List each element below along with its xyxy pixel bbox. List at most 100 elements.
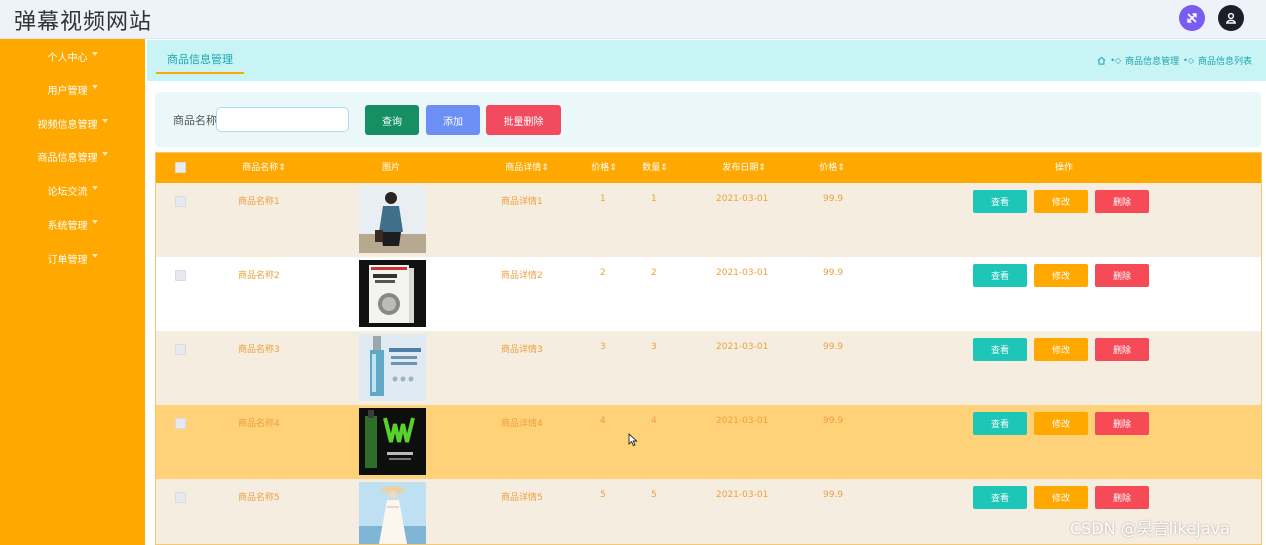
sidebar-item-system[interactable]: 系统管理 [0, 207, 145, 241]
cell-detail: 商品详情1 [501, 197, 543, 207]
edit-button[interactable]: 修改 [1034, 264, 1088, 287]
cell-price: 4 [600, 416, 606, 426]
tab-bar: 商品信息管理 •◇ 商品信息管理 •◇ 商品信息列表 [147, 40, 1266, 81]
breadcrumb-separator-icon: •◇ [1110, 56, 1122, 65]
row-checkbox[interactable] [175, 270, 186, 281]
view-button[interactable]: 查看 [973, 190, 1027, 213]
breadcrumb-item[interactable]: 商品信息管理 [1125, 54, 1179, 67]
cell-price: 1 [600, 194, 606, 204]
cell-name: 商品名称3 [238, 345, 280, 355]
user-avatar-button[interactable] [1218, 5, 1244, 31]
caret-down-icon [101, 152, 108, 156]
column-header-name[interactable]: 商品名称⇕ [238, 153, 290, 183]
add-button[interactable]: 添加 [426, 105, 480, 135]
sidebar-item-label: 个人中心 [47, 52, 88, 64]
column-header-price[interactable]: 价格⇕ [589, 153, 619, 183]
dress-photo-image [359, 482, 426, 544]
view-button[interactable]: 查看 [973, 412, 1027, 435]
delete-button[interactable]: 删除 [1095, 412, 1149, 435]
sidebar-item-products[interactable]: 商品信息管理 [0, 139, 145, 173]
column-header-detail[interactable]: 商品详情⇕ [501, 153, 553, 183]
select-all-checkbox[interactable] [175, 162, 186, 173]
fullscreen-button[interactable] [1179, 5, 1205, 31]
sidebar-item-label: 用户管理 [47, 85, 88, 97]
caret-down-icon [101, 119, 108, 123]
row-checkbox[interactable] [175, 492, 186, 503]
cell-date: 2021-03-01 [716, 416, 769, 426]
edit-button[interactable]: 修改 [1034, 338, 1088, 361]
column-header-date[interactable]: 发布日期⇕ [718, 153, 770, 183]
product-name-input[interactable] [216, 107, 349, 132]
cell-quantity: 1 [651, 194, 657, 204]
sidebar-item-orders[interactable]: 订单管理 [0, 241, 145, 275]
edit-button[interactable]: 修改 [1034, 412, 1088, 435]
column-header-price-2[interactable]: 价格⇕ [817, 153, 847, 183]
cell-detail: 商品详情4 [501, 419, 543, 429]
row-checkbox[interactable] [175, 196, 186, 207]
energy-drink-image [359, 408, 426, 475]
breadcrumb-item-current: 商品信息列表 [1197, 57, 1252, 67]
search-label: 商品名称 [173, 114, 217, 127]
table-row: 商品名称3 商品详情3 3 3 2021-03-01 99.9 查看 修改 删除 [156, 331, 1261, 405]
edit-button[interactable]: 修改 [1034, 486, 1088, 509]
top-header: 弹幕视频网站 [0, 0, 1266, 39]
view-button[interactable]: 查看 [973, 338, 1027, 361]
edit-button[interactable]: 修改 [1034, 190, 1088, 213]
cell-name: 商品名称4 [238, 419, 280, 429]
search-panel: 商品名称 查询 添加 批量删除 [155, 92, 1261, 147]
cell-detail: 商品详情2 [501, 271, 543, 281]
sort-icon: ⇕ [609, 163, 617, 173]
table-row: 商品名称1 商品详情1 1 1 2021-03-01 99.9 查看 修改 删除 [156, 183, 1261, 257]
cell-date: 2021-03-01 [716, 194, 769, 204]
cell-price: 2 [600, 268, 606, 278]
sidebar-item-label: 商品信息管理 [37, 152, 98, 164]
caret-down-icon [91, 220, 98, 224]
caret-down-icon [91, 85, 98, 89]
table-row: 商品名称4 商品详情4 4 4 2021-03-01 99.9 查看 修改 删除 [156, 405, 1261, 479]
sidebar-item-label: 论坛交流 [47, 186, 88, 198]
view-button[interactable]: 查看 [973, 486, 1027, 509]
home-icon[interactable] [1097, 56, 1106, 65]
query-button[interactable]: 查询 [365, 105, 419, 135]
lotion-bottle-image [359, 334, 426, 401]
cell-price-2: 99.9 [823, 342, 844, 352]
tab-product-management[interactable]: 商品信息管理 [156, 50, 244, 74]
cell-detail: 商品详情5 [501, 493, 543, 503]
view-button[interactable]: 查看 [973, 264, 1027, 287]
column-header-ops: 操作 [1054, 163, 1073, 173]
delete-button[interactable]: 删除 [1095, 190, 1149, 213]
cell-price-2: 99.9 [823, 194, 844, 204]
sidebar-item-profile[interactable]: 个人中心 [0, 39, 145, 73]
sort-icon: ⇕ [758, 163, 766, 173]
cell-date: 2021-03-01 [716, 342, 769, 352]
cell-name: 商品名称2 [238, 271, 280, 281]
app-title: 弹幕视频网站 [14, 10, 153, 35]
product-thumbnail[interactable] [359, 482, 426, 544]
cell-price: 5 [600, 490, 606, 500]
batch-delete-button[interactable]: 批量删除 [486, 105, 561, 135]
product-thumbnail[interactable] [359, 408, 426, 475]
sidebar-item-label: 系统管理 [47, 220, 88, 232]
sidebar-item-label: 订单管理 [47, 254, 88, 266]
sidebar-item-users[interactable]: 用户管理 [0, 72, 145, 106]
delete-button[interactable]: 删除 [1095, 264, 1149, 287]
delete-button[interactable]: 删除 [1095, 338, 1149, 361]
product-thumbnail[interactable] [359, 334, 426, 401]
cell-quantity: 2 [651, 268, 657, 278]
column-header-quantity[interactable]: 数量⇕ [640, 153, 670, 183]
delete-button[interactable]: 删除 [1095, 486, 1149, 509]
sidebar-item-forum[interactable]: 论坛交流 [0, 173, 145, 207]
sort-icon: ⇕ [278, 163, 286, 173]
mouse-cursor-icon [628, 433, 638, 447]
cell-name: 商品名称1 [238, 197, 280, 207]
row-checkbox[interactable] [175, 418, 186, 429]
sidebar-item-videos[interactable]: 视频信息管理 [0, 106, 145, 140]
shuffle-expand-icon [1187, 13, 1197, 23]
column-header-image: 图片 [381, 163, 400, 173]
product-thumbnail[interactable] [359, 186, 426, 253]
book-cover-image [359, 260, 426, 327]
product-thumbnail[interactable] [359, 260, 426, 327]
row-checkbox[interactable] [175, 344, 186, 355]
sidebar-item-label: 视频信息管理 [37, 119, 98, 131]
cell-name: 商品名称5 [238, 493, 280, 503]
